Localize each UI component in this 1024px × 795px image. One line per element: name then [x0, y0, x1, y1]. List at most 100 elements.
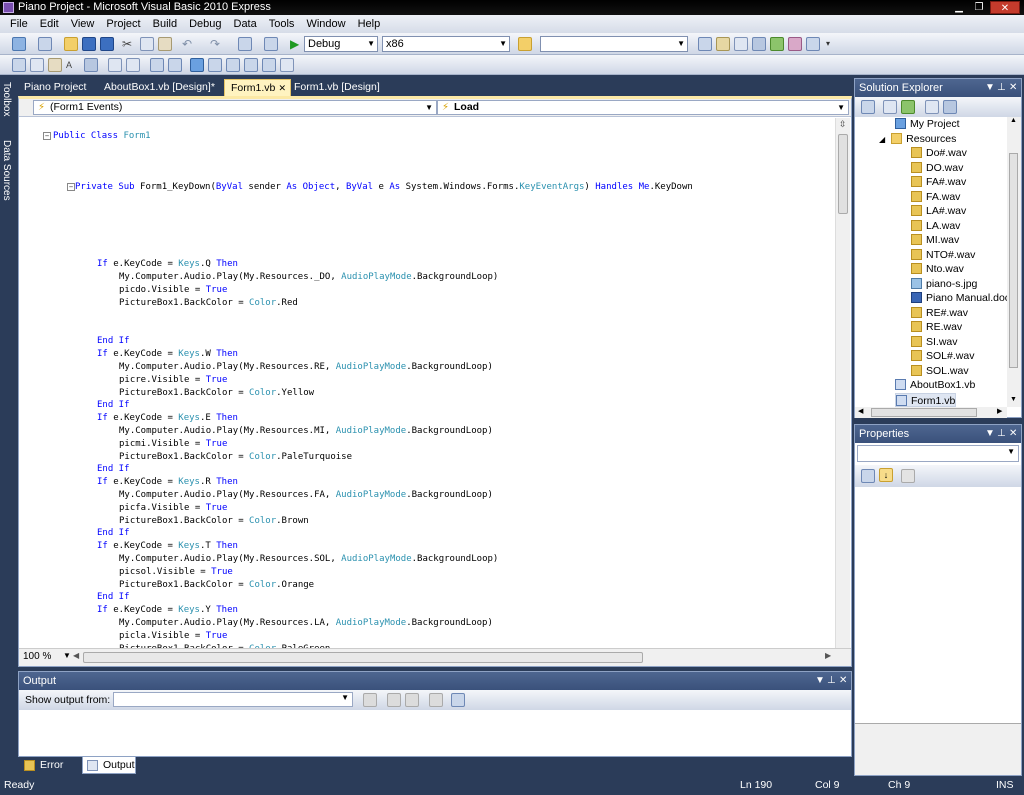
- close-icon[interactable]: ✕: [1009, 425, 1017, 443]
- start-page-icon[interactable]: [806, 37, 820, 51]
- previous-bookmark-folder-icon[interactable]: [244, 58, 258, 72]
- editor-horizontal-scrollbar[interactable]: [83, 652, 643, 663]
- menu-view[interactable]: View: [65, 18, 101, 30]
- comment-icon[interactable]: [150, 58, 164, 72]
- navigate-forward-icon[interactable]: [264, 37, 278, 51]
- menu-data[interactable]: Data: [228, 18, 263, 30]
- scroll-thumb[interactable]: [871, 408, 977, 417]
- paste-icon[interactable]: [158, 37, 172, 51]
- maximize-button[interactable]: ❐: [970, 1, 988, 14]
- object-select[interactable]: ▼: [857, 445, 1019, 462]
- find-in-files-icon[interactable]: [518, 37, 532, 51]
- extension-manager-icon[interactable]: [788, 37, 802, 51]
- close-tab-icon[interactable]: ✕: [278, 80, 286, 96]
- tree-item-file[interactable]: RE#.wav: [911, 306, 968, 320]
- menu-edit[interactable]: Edit: [34, 18, 65, 30]
- minimize-button[interactable]: ▁: [950, 1, 968, 14]
- collapse-icon[interactable]: −: [67, 183, 75, 191]
- menu-debug[interactable]: Debug: [183, 18, 227, 30]
- query-designer-icon[interactable]: [12, 58, 26, 72]
- add-item-icon[interactable]: [38, 37, 52, 51]
- scroll-thumb[interactable]: [1009, 153, 1018, 368]
- refresh-icon[interactable]: [901, 100, 915, 114]
- menu-project[interactable]: Project: [100, 18, 146, 30]
- method-name-combo[interactable]: ⚡ Load ▼: [437, 100, 849, 115]
- menu-build[interactable]: Build: [147, 18, 183, 30]
- zoom-level[interactable]: 100 %: [23, 651, 51, 662]
- close-icon[interactable]: ✕: [1009, 79, 1017, 97]
- tree-item-file[interactable]: FA#.wav: [911, 175, 966, 189]
- scroll-left-icon[interactable]: ◀: [73, 651, 79, 660]
- find-icon[interactable]: [698, 37, 712, 51]
- undo-icon[interactable]: ↶: [182, 37, 196, 51]
- find-message-icon[interactable]: [363, 693, 377, 707]
- alphabetical-icon[interactable]: ↓: [879, 468, 893, 482]
- toolbar-options-icon[interactable]: ▾: [826, 37, 840, 51]
- tree-item-file[interactable]: RE.wav: [911, 320, 962, 334]
- tree-item-file[interactable]: Do#.wav: [911, 146, 967, 160]
- tab-form1-design[interactable]: Form1.vb [Design]: [288, 79, 386, 96]
- categorized-icon[interactable]: [861, 469, 875, 483]
- next-message-icon[interactable]: [405, 693, 419, 707]
- pin-icon[interactable]: ⊥: [997, 79, 1006, 97]
- pin-icon[interactable]: ⊥: [827, 672, 836, 690]
- tree-item-file[interactable]: Nto.wav: [911, 262, 964, 276]
- pin-icon[interactable]: ⊥: [997, 425, 1006, 443]
- uncomment-icon[interactable]: [168, 58, 182, 72]
- chevron-down-icon[interactable]: ▼: [815, 672, 825, 690]
- new-project-icon[interactable]: [12, 37, 26, 51]
- tab-output[interactable]: Output: [82, 757, 136, 774]
- previous-message-icon[interactable]: [387, 693, 401, 707]
- save-all-icon[interactable]: [100, 37, 114, 51]
- tab-piano-project[interactable]: Piano Project: [18, 79, 92, 96]
- save-icon[interactable]: [82, 37, 96, 51]
- chevron-down-icon[interactable]: ▼: [63, 651, 71, 660]
- copy-icon[interactable]: [140, 37, 154, 51]
- menu-help[interactable]: Help: [352, 18, 387, 30]
- tree-item-file[interactable]: FA.wav: [911, 190, 960, 204]
- show-all-files-icon[interactable]: [883, 100, 897, 114]
- collapse-arrow-icon[interactable]: ◢: [879, 135, 885, 144]
- tab-aboutbox1-design[interactable]: AboutBox1.vb [Design]*: [98, 79, 221, 96]
- scroll-up-icon[interactable]: ▲: [1010, 117, 1017, 124]
- close-icon[interactable]: ✕: [839, 672, 847, 690]
- menu-file[interactable]: File: [4, 18, 34, 30]
- solution-explorer-vertical-scrollbar[interactable]: ▲ ▼: [1007, 117, 1021, 407]
- tree-item-file[interactable]: SI.wav: [911, 335, 958, 349]
- platform-select[interactable]: x86 ▼: [382, 36, 510, 52]
- navigate-backward-icon[interactable]: [238, 37, 252, 51]
- tree-item-file[interactable]: Piano Manual.docx: [911, 291, 1007, 305]
- scroll-left-icon[interactable]: ◀: [858, 407, 863, 415]
- scroll-right-icon[interactable]: ▶: [997, 407, 1002, 415]
- bookmark-icon[interactable]: [190, 58, 204, 72]
- redo-icon[interactable]: ↷: [210, 37, 224, 51]
- close-button[interactable]: ✕: [990, 1, 1020, 14]
- properties-icon[interactable]: [861, 100, 875, 114]
- property-pages-icon[interactable]: [901, 469, 915, 483]
- data-sources-tab[interactable]: Data Sources: [1, 140, 12, 201]
- chevron-down-icon[interactable]: ▼: [985, 79, 995, 97]
- next-bookmark-icon[interactable]: [226, 58, 240, 72]
- next-bookmark-folder-icon[interactable]: [262, 58, 276, 72]
- word-wrap-icon[interactable]: [451, 693, 465, 707]
- tree-item-file[interactable]: DO.wav: [911, 161, 963, 175]
- clear-bookmarks-icon[interactable]: [280, 58, 294, 72]
- open-file-icon[interactable]: [64, 37, 78, 51]
- toolbox-icon[interactable]: [770, 37, 784, 51]
- code-text-area[interactable]: − − Public Class Form1 Private Sub Form1…: [19, 118, 835, 648]
- tree-item-file[interactable]: piano-s.jpg: [911, 277, 977, 291]
- menu-tools[interactable]: Tools: [263, 18, 301, 30]
- clear-all-icon[interactable]: [429, 693, 443, 707]
- solution-explorer-horizontal-scrollbar[interactable]: ◀ ▶: [855, 407, 1007, 418]
- indent-icon[interactable]: [84, 58, 98, 72]
- tree-item-file[interactable]: NTO#.wav: [911, 248, 975, 262]
- scroll-right-icon[interactable]: ▶: [825, 651, 831, 660]
- tree-item-file[interactable]: SOL#.wav: [911, 349, 974, 363]
- cut-icon[interactable]: ✂: [122, 37, 136, 51]
- font-icon[interactable]: A: [66, 58, 80, 72]
- object-browser-icon[interactable]: [752, 37, 766, 51]
- toolbox-tab[interactable]: Toolbox: [1, 82, 12, 116]
- decrease-indent-icon[interactable]: [108, 58, 122, 72]
- properties-icon[interactable]: [734, 37, 748, 51]
- tree-item-resources[interactable]: ◢ Resources: [879, 132, 956, 146]
